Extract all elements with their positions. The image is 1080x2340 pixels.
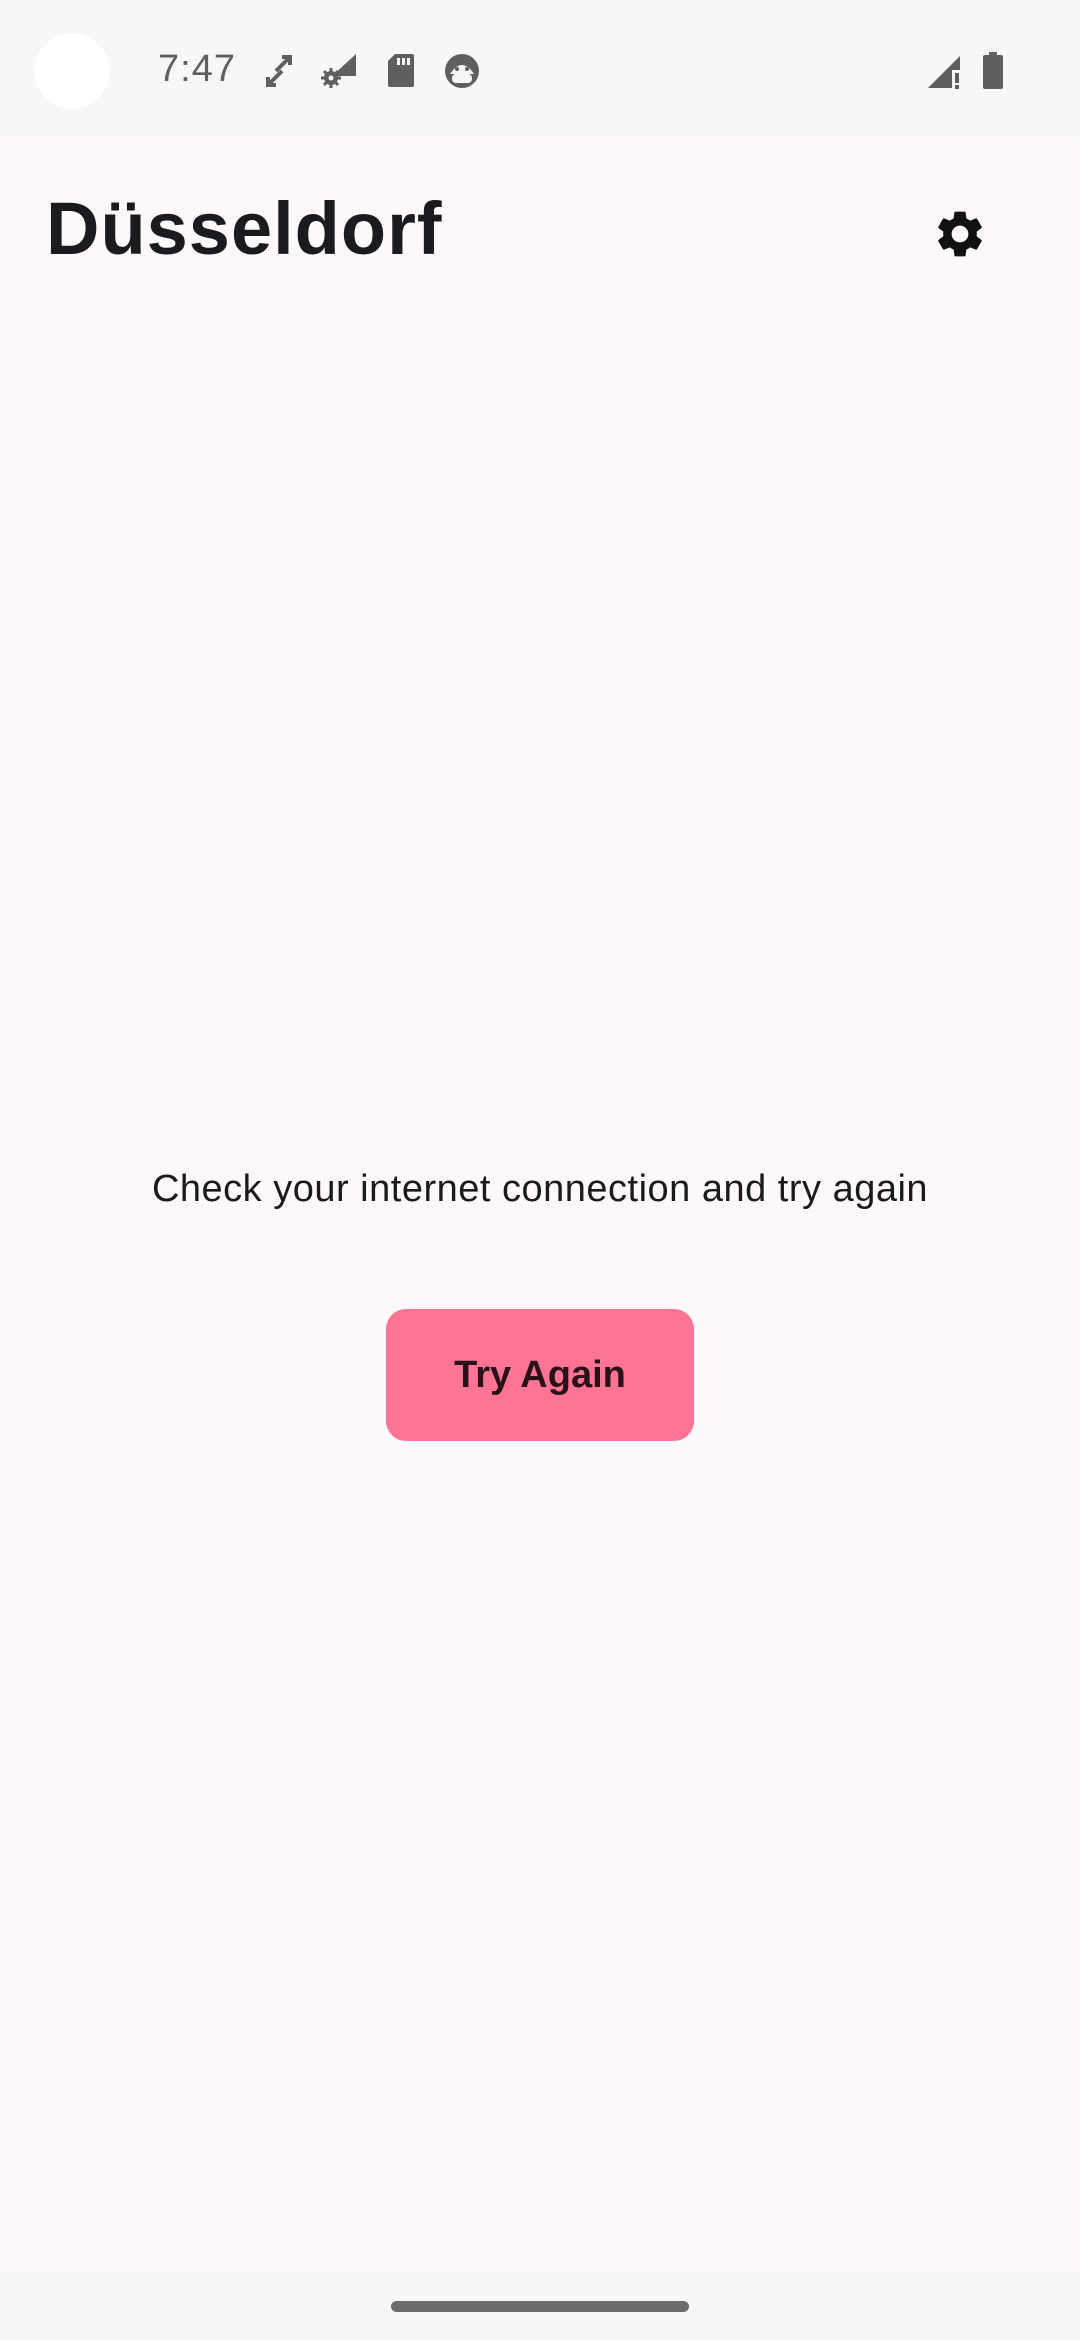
- app-screen: 7:47 Düsseldorf Check your internet conn…: [0, 0, 1080, 2340]
- status-time: 7:47: [158, 48, 236, 90]
- status-bar: 7:47: [0, 0, 1080, 135]
- sd-card-icon: [387, 52, 415, 88]
- gear-icon: [932, 206, 988, 267]
- sync-icon: [266, 54, 292, 88]
- error-message: Check your internet connection and try a…: [151, 1168, 929, 1210]
- signal-no-data-icon: [926, 54, 964, 90]
- settings-button[interactable]: [922, 198, 998, 274]
- home-indicator[interactable]: [391, 2301, 689, 2312]
- try-again-button[interactable]: Try Again: [386, 1309, 694, 1441]
- camera-cutout: [34, 33, 110, 109]
- battery-icon: [982, 52, 1004, 90]
- android-face-icon: [443, 52, 481, 90]
- wifi-settings-icon: [320, 52, 358, 88]
- page-title: Düsseldorf: [46, 187, 443, 270]
